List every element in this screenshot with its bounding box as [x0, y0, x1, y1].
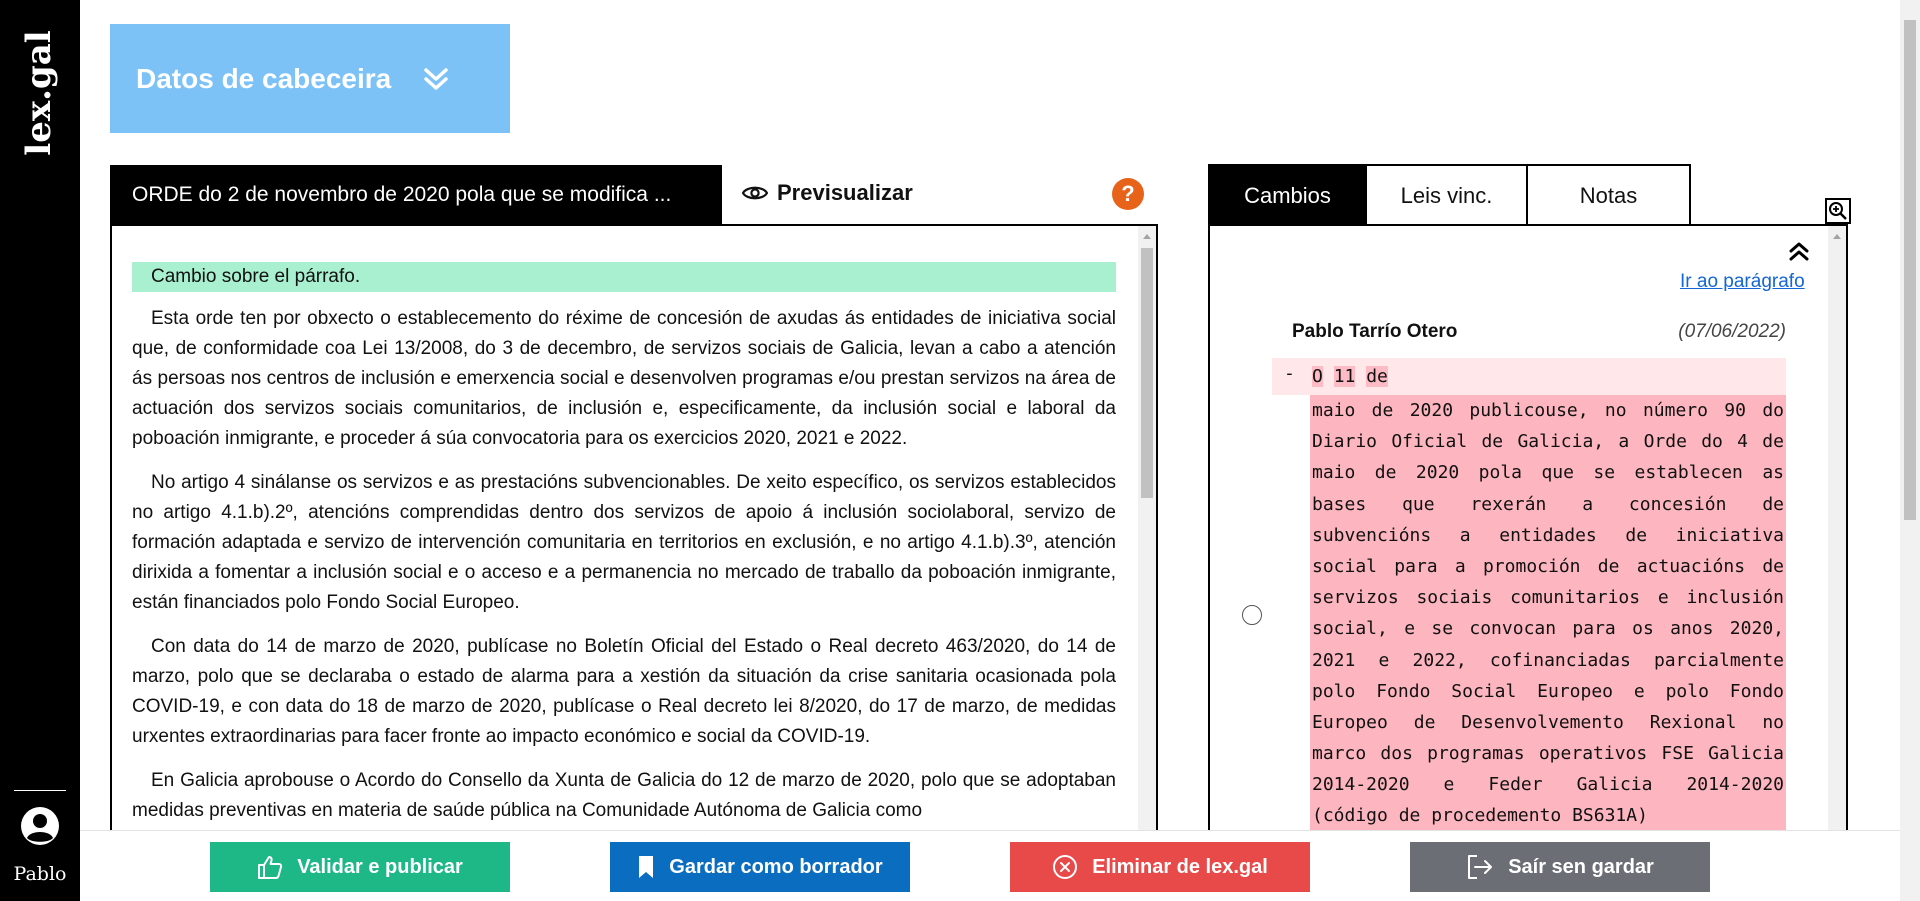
diff-word: de	[1366, 366, 1388, 387]
validate-label: Validar e publicar	[297, 855, 463, 878]
close-circle-icon	[1053, 855, 1078, 879]
help-icon[interactable]: ?	[1112, 178, 1144, 210]
diff-line: 2014-2020 e Feder Galicia 2014-2020	[1312, 774, 1784, 796]
diff-head-line: O 11 de	[1272, 358, 1786, 395]
bookmark-icon	[639, 856, 654, 878]
diff-line: maio de 2020 publicouse, no número 90 do	[1312, 400, 1784, 421]
diff-line: subvencións a entidades de iniciativa	[1312, 524, 1784, 546]
change-date: (07/06/2022)	[1678, 321, 1786, 342]
header-data-toggle[interactable]: Datos de cabeceira	[110, 24, 510, 133]
draft-label: Gardar como borrador	[669, 855, 883, 878]
paragraph[interactable]: Con data do 14 de marzo de 2020, publíca…	[132, 632, 1116, 752]
header-title: Datos de cabeceira	[136, 62, 392, 94]
delete-button[interactable]: Eliminar de lex.gal	[1010, 842, 1310, 892]
diff-line: maio de 2020 pola que se establecen as	[1312, 462, 1784, 484]
exit-without-saving-button[interactable]: Saír sen gardar	[1410, 842, 1710, 892]
app-sidebar: lex.gal Pablo	[0, 0, 80, 901]
document-scrollbar[interactable]	[1138, 226, 1156, 834]
document-content: Cambio sobre el párrafo. Esta orde ten p…	[132, 262, 1116, 834]
diff-line: social para a promoción de actuacións de	[1312, 555, 1784, 577]
page-scrollbar[interactable]	[1900, 0, 1920, 901]
save-draft-button[interactable]: Gardar como borrador	[610, 842, 910, 892]
diff-line: polo Fondo Social Europeo e polo Fondo	[1312, 680, 1784, 702]
change-note-banner: Cambio sobre el párrafo.	[132, 262, 1116, 292]
diff-line: social, e se convocan para os anos 2020,	[1312, 618, 1784, 640]
eye-icon	[742, 186, 768, 200]
delete-label: Eliminar de lex.gal	[1092, 855, 1268, 878]
changes-scrollbar[interactable]	[1828, 226, 1846, 834]
diff-removed-sign: -	[1284, 363, 1295, 384]
diff-line: bases que rexerán a concesión de	[1312, 493, 1784, 515]
document-editor[interactable]: Cambio sobre el párrafo. Esta orde ten p…	[110, 224, 1158, 834]
zoom-in-icon[interactable]	[1825, 198, 1851, 224]
diff-line: (código de procedemento BS631A)	[1312, 805, 1648, 827]
logout-icon	[1468, 855, 1493, 879]
diff-word: O	[1312, 366, 1323, 387]
diff-line: 2021 e 2022, cofinanciadas parcialmente	[1312, 649, 1784, 671]
double-chevron-down-icon	[424, 67, 448, 90]
paragraph[interactable]: No artigo 4 sinálanse os servizos e as p…	[132, 468, 1116, 618]
sidebar-divider	[14, 790, 66, 791]
go-to-paragraph-link[interactable]: Ir ao parágrafo	[1680, 271, 1805, 293]
page-scrollbar-thumb[interactable]	[1904, 20, 1916, 520]
diff-removed-text: maio de 2020 publicouse, no número 90 do…	[1310, 395, 1786, 832]
diff-line: servizos sociais comunitarios e inclusió…	[1312, 587, 1784, 609]
exit-label: Saír sen gardar	[1508, 855, 1654, 878]
preview-label: Previsualizar	[777, 180, 913, 205]
tab-notes[interactable]: Notas	[1528, 166, 1689, 225]
change-author: Pablo Tarrío Otero	[1292, 321, 1458, 342]
validate-publish-button[interactable]: Validar e publicar	[210, 842, 510, 892]
scroll-up-arrow-icon[interactable]	[1833, 234, 1841, 239]
app-logo[interactable]: lex.gal	[17, 28, 61, 158]
tab-changes[interactable]: Cambios	[1210, 166, 1367, 225]
diff-line: Europeo de Desenvolvemento Rexional no	[1312, 711, 1784, 733]
paragraph[interactable]: Esta orde ten por obxecto o establecemen…	[132, 304, 1116, 454]
scroll-up-arrow-icon[interactable]	[1143, 234, 1151, 239]
user-avatar-icon[interactable]	[20, 806, 60, 846]
change-select-radio[interactable]	[1242, 605, 1262, 625]
change-diff: O 11 de - maio de 2020 publicouse, no nú…	[1272, 358, 1786, 834]
diff-word: 11	[1333, 366, 1356, 387]
diff-line: Diario Oficial de Galicia, a Orde do 4 d…	[1312, 431, 1784, 453]
tab-linked-laws[interactable]: Leis vinc.	[1367, 166, 1528, 225]
double-chevron-up-icon[interactable]	[1784, 236, 1814, 266]
document-title-tab[interactable]: ORDE do 2 de novembro de 2020 pola que s…	[110, 165, 722, 225]
paragraph[interactable]: En Galicia aprobouse o Acordo do Consell…	[132, 766, 1116, 826]
user-name: Pablo	[13, 863, 67, 885]
preview-button[interactable]: Previsualizar	[742, 180, 913, 206]
right-panel-tabs: Cambios Leis vinc. Notas	[1208, 164, 1691, 225]
scrollbar-thumb[interactable]	[1141, 248, 1153, 498]
thumbs-up-icon	[258, 856, 283, 879]
diff-line: marco dos programas operativos FSE Galic…	[1312, 743, 1784, 765]
